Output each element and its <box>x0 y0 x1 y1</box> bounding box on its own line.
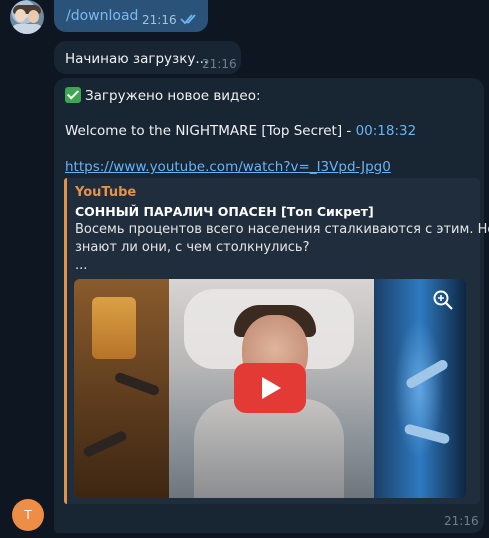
video-link[interactable]: https://www.youtube.com/watch?v=_I3Vpd-J… <box>65 159 391 175</box>
preview-site-name: YouTube <box>75 185 137 200</box>
video-thumbnail[interactable] <box>74 279 466 498</box>
preview-description-2: знают ли они, с чем столкнулись? <box>75 240 310 255</box>
video-link-line: https://www.youtube.com/watch?v=_I3Vpd-J… <box>65 159 391 175</box>
preview-accent-bar <box>64 178 67 504</box>
preview-ellipsis: ... <box>75 258 88 273</box>
download-header: Загружено новое видео: <box>65 87 261 104</box>
message-time: 21:16 <box>444 514 479 528</box>
status-text: Начинаю загрузку... <box>65 51 209 67</box>
video-duration: 00:18:32 <box>355 123 417 139</box>
preview-title: СОННЫЙ ПАРАЛИЧ ОПАСЕН [Топ Сикрет] <box>75 204 374 219</box>
user-avatar[interactable] <box>10 0 44 34</box>
video-title: Welcome to the NIGHTMARE [Top Secret] - <box>65 123 356 139</box>
message-time: 21:16 <box>202 57 237 71</box>
command-text[interactable]: /download <box>66 8 138 24</box>
message-time: 21:16 <box>142 13 177 27</box>
incoming-status-message[interactable]: Начинаю загрузку... 21:16 <box>54 41 241 74</box>
video-title-line: Welcome to the NIGHTMARE [Top Secret] - … <box>65 123 416 139</box>
check-mark-icon <box>65 87 81 103</box>
outgoing-message[interactable]: /download 21:16 <box>54 0 208 32</box>
incoming-video-message[interactable]: Загружено новое видео: Welcome to the NI… <box>54 78 489 533</box>
link-preview[interactable]: YouTube СОННЫЙ ПАРАЛИЧ ОПАСЕН [Топ Сикре… <box>64 178 489 504</box>
bot-avatar[interactable]: T <box>12 499 44 531</box>
zoom-icon[interactable] <box>432 289 454 311</box>
header-text: Загружено новое видео: <box>85 88 261 104</box>
preview-description-1: Восемь процентов всего населения сталкив… <box>75 222 489 237</box>
play-button-icon[interactable] <box>234 363 306 413</box>
double-check-icon <box>180 14 196 25</box>
